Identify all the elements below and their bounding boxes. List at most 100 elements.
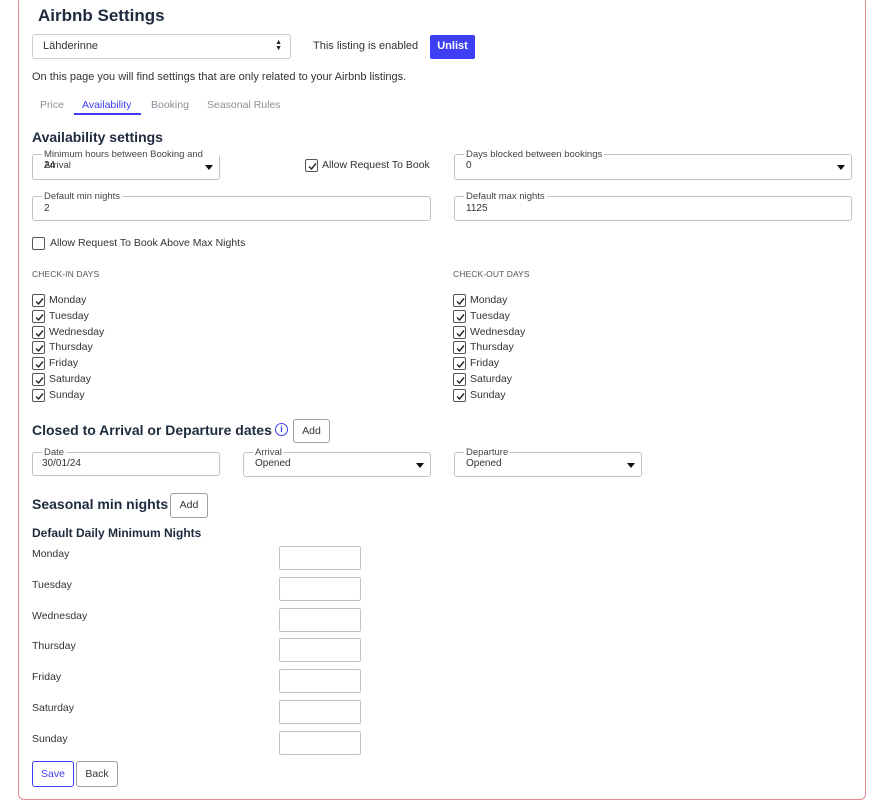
day-checkbox[interactable] xyxy=(32,294,45,310)
daily-min-nights-day-label: Monday xyxy=(32,548,70,560)
closed-dates-add-button[interactable]: Add xyxy=(293,419,330,443)
daily-min-nights-input[interactable] xyxy=(279,546,361,570)
listing-select[interactable]: Lähderinne ▲ ▼ xyxy=(32,34,291,59)
checkbox-checked-icon xyxy=(453,388,466,402)
day-checkbox[interactable] xyxy=(453,373,466,389)
allow-above-max-label: Allow Request To Book Above Max Nights xyxy=(50,237,246,249)
daily-min-nights-input[interactable] xyxy=(279,700,361,724)
day-checkbox[interactable] xyxy=(32,357,45,373)
default-max-nights-label: Default max nights xyxy=(464,191,547,202)
closed-date-value: 30/01/24 xyxy=(42,458,81,469)
save-button[interactable]: Save xyxy=(32,761,74,787)
arrival-value: Opened xyxy=(255,458,291,469)
checkbox-checked-icon xyxy=(32,325,45,339)
day-checkbox-label: Saturday xyxy=(49,373,92,385)
checkbox-checked-icon xyxy=(32,357,45,371)
default-min-nights-label: Default min nights xyxy=(42,191,123,202)
day-checkbox-label: Sunday xyxy=(49,388,85,401)
day-checkbox[interactable] xyxy=(453,325,466,342)
chevron-down-icon xyxy=(837,165,845,170)
checkbox-checked-icon xyxy=(32,388,45,402)
chevron-down-icon xyxy=(627,463,635,468)
settings-panel xyxy=(18,0,866,800)
closed-date-label: Date xyxy=(42,447,67,458)
checkbox-checked-icon xyxy=(453,309,466,323)
day-checkbox-label: Friday xyxy=(470,357,500,370)
arrival-select[interactable]: Arrival Opened xyxy=(243,447,431,477)
checkout-days-heading: CHECK-OUT DAYS xyxy=(453,269,530,279)
listing-status: This listing is enabled xyxy=(313,40,419,52)
daily-min-nights-day-label: Sunday xyxy=(32,732,68,745)
default-max-nights-value: 1125 xyxy=(466,203,488,214)
tab-price[interactable]: Price xyxy=(40,99,64,111)
day-checkbox[interactable] xyxy=(32,373,45,389)
daily-min-nights-input[interactable] xyxy=(279,730,361,755)
checkbox-checked-icon xyxy=(32,373,45,386)
day-checkbox[interactable] xyxy=(453,357,466,373)
days-blocked-select[interactable]: Days blocked between bookings 0 xyxy=(454,149,852,180)
days-blocked-label: Days blocked between bookings xyxy=(464,149,605,160)
day-checkbox[interactable] xyxy=(453,341,466,357)
intro-text: On this page you will find settings that… xyxy=(32,71,407,83)
daily-min-nights-input[interactable] xyxy=(279,576,361,601)
day-checkbox-label: Monday xyxy=(49,294,87,306)
day-checkbox-label: Sunday xyxy=(470,388,506,401)
allow-request-to-book-checkbox[interactable] xyxy=(305,159,318,175)
min-hours-label: Minimum hours between Booking and Arriva… xyxy=(42,149,219,171)
seasonal-add-button[interactable]: Add xyxy=(170,493,208,518)
checkbox-checked-icon xyxy=(453,341,466,355)
info-icon[interactable]: i xyxy=(275,423,288,436)
day-checkbox[interactable] xyxy=(32,388,45,405)
page-title: Airbnb Settings xyxy=(38,6,165,25)
day-checkbox[interactable] xyxy=(453,309,466,326)
closed-date-input[interactable]: Date 30/01/24 xyxy=(32,447,220,476)
unlist-button[interactable]: Unlist xyxy=(430,35,475,59)
checkin-days-heading: CHECK-IN DAYS xyxy=(32,269,100,279)
checkbox-unchecked-icon xyxy=(32,237,45,250)
day-checkbox-label: Saturday xyxy=(470,373,513,385)
default-min-nights-value: 2 xyxy=(44,203,50,214)
checkbox-checked-icon xyxy=(32,309,45,323)
day-checkbox-label: Tuesday xyxy=(470,309,510,322)
allow-above-max-checkbox[interactable] xyxy=(32,237,45,253)
checkbox-checked-icon xyxy=(453,294,466,307)
checkbox-checked-icon xyxy=(453,357,466,371)
day-checkbox[interactable] xyxy=(453,388,466,405)
arrival-label: Arrival xyxy=(253,447,284,458)
listing-select-value: Lähderinne xyxy=(43,40,99,52)
min-hours-select[interactable]: Minimum hours between Booking and Arriva… xyxy=(32,149,220,180)
default-max-nights-input[interactable]: Default max nights 1125 xyxy=(454,191,852,221)
departure-value: Opened xyxy=(466,458,502,469)
daily-min-nights-input[interactable] xyxy=(279,638,361,663)
day-checkbox[interactable] xyxy=(32,309,45,326)
day-checkbox-label: Tuesday xyxy=(49,309,89,322)
departure-label: Departure xyxy=(464,447,511,458)
tab-booking[interactable]: Booking xyxy=(151,99,189,111)
departure-select[interactable]: Departure Opened xyxy=(454,447,642,477)
daily-min-nights-day-label: Friday xyxy=(32,671,62,684)
tab-availability[interactable]: Availability xyxy=(82,99,131,111)
day-checkbox-label: Monday xyxy=(470,294,508,306)
back-button[interactable]: Back xyxy=(76,761,118,787)
checkbox-checked-icon xyxy=(305,159,318,172)
day-checkbox-label: Thursday xyxy=(49,341,93,354)
checkbox-checked-icon xyxy=(453,325,466,339)
daily-min-nights-input[interactable] xyxy=(279,669,361,694)
checkbox-checked-icon xyxy=(32,294,45,307)
checkbox-checked-icon xyxy=(453,373,466,386)
days-blocked-value: 0 xyxy=(466,160,472,171)
day-checkbox-label: Friday xyxy=(49,357,79,370)
chevron-down-icon xyxy=(416,463,424,468)
day-checkbox[interactable] xyxy=(32,325,45,342)
day-checkbox[interactable] xyxy=(32,341,45,357)
checkbox-checked-icon xyxy=(32,341,45,355)
default-min-nights-input[interactable]: Default min nights 2 xyxy=(32,191,431,221)
daily-min-nights-heading: Default Daily Minimum Nights xyxy=(32,526,202,540)
day-checkbox[interactable] xyxy=(453,294,466,310)
daily-min-nights-input[interactable] xyxy=(279,607,361,632)
allow-request-to-book-label: Allow Request To Book xyxy=(322,159,430,171)
daily-min-nights-day-label: Tuesday xyxy=(32,578,72,591)
select-updown-icon: ▲ ▼ xyxy=(275,39,282,52)
chevron-down-icon xyxy=(205,165,213,170)
tab-seasonal-rules[interactable]: Seasonal Rules xyxy=(207,99,281,111)
